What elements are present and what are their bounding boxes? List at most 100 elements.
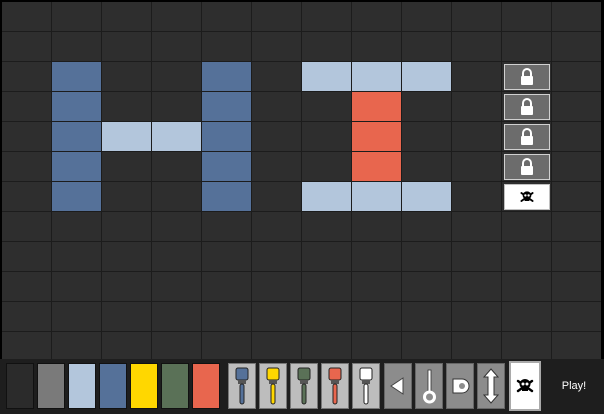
board-cell[interactable] <box>2 2 51 31</box>
board-cell[interactable] <box>52 32 101 61</box>
board-cell[interactable] <box>452 212 501 241</box>
board-cell[interactable] <box>402 212 451 241</box>
blue-tile[interactable] <box>202 122 251 151</box>
board-cell[interactable] <box>2 242 51 271</box>
board-cell[interactable] <box>402 32 451 61</box>
board-cell[interactable] <box>202 242 251 271</box>
board-cell[interactable] <box>152 332 201 361</box>
board-cell[interactable] <box>452 32 501 61</box>
board-cell[interactable] <box>202 302 251 331</box>
board-cell[interactable] <box>452 302 501 331</box>
board-cell[interactable] <box>502 272 551 301</box>
board-cell[interactable] <box>502 302 551 331</box>
board-cell[interactable] <box>202 32 251 61</box>
blue-tile[interactable] <box>52 62 101 91</box>
board-cell[interactable] <box>552 32 601 61</box>
board-cell[interactable] <box>552 62 601 91</box>
board-cell[interactable] <box>2 332 51 361</box>
board-cell[interactable] <box>252 122 301 151</box>
board-cell[interactable] <box>552 122 601 151</box>
board-cell[interactable] <box>152 62 201 91</box>
light-tile[interactable] <box>152 122 201 151</box>
board-cell[interactable] <box>452 2 501 31</box>
board-cell[interactable] <box>2 152 51 181</box>
board-cell[interactable] <box>352 212 401 241</box>
board-cell[interactable] <box>52 302 101 331</box>
board-cell[interactable] <box>252 32 301 61</box>
board-cell[interactable] <box>52 2 101 31</box>
board-cell[interactable] <box>502 32 551 61</box>
board-cell[interactable] <box>402 242 451 271</box>
board-cell[interactable] <box>352 32 401 61</box>
red-tile[interactable] <box>352 152 401 181</box>
board-cell[interactable] <box>2 272 51 301</box>
board-cell[interactable] <box>302 242 351 271</box>
board-cell[interactable] <box>302 2 351 31</box>
board-cell[interactable] <box>452 152 501 181</box>
board-cell[interactable] <box>552 92 601 121</box>
light-tile[interactable] <box>352 182 401 211</box>
board-cell[interactable] <box>152 32 201 61</box>
swatch-light-blue[interactable] <box>68 363 96 409</box>
board-cell[interactable] <box>402 2 451 31</box>
blue-tile[interactable] <box>202 92 251 121</box>
red-tile[interactable] <box>352 92 401 121</box>
board-cell[interactable] <box>452 122 501 151</box>
swatch-yellow[interactable] <box>130 363 158 409</box>
board-cell[interactable] <box>302 332 351 361</box>
board-cell[interactable] <box>252 152 301 181</box>
board-cell[interactable] <box>152 2 201 31</box>
board-cell[interactable] <box>552 152 601 181</box>
board-cell[interactable] <box>102 272 151 301</box>
board-cell[interactable] <box>52 242 101 271</box>
board-cell[interactable] <box>102 152 151 181</box>
red-tile[interactable] <box>352 122 401 151</box>
board-cell[interactable] <box>252 272 301 301</box>
board-cell[interactable] <box>252 242 301 271</box>
skull-tile[interactable] <box>502 182 551 211</box>
board-cell[interactable] <box>252 2 301 31</box>
board-cell[interactable] <box>402 272 451 301</box>
board-cell[interactable] <box>152 272 201 301</box>
board-cell[interactable] <box>52 272 101 301</box>
board-cell[interactable] <box>302 32 351 61</box>
light-tile[interactable] <box>302 62 351 91</box>
plug-tool[interactable] <box>446 363 474 409</box>
board-cell[interactable] <box>152 212 201 241</box>
board-cell[interactable] <box>402 332 451 361</box>
board-cell[interactable] <box>502 2 551 31</box>
board-cell[interactable] <box>452 92 501 121</box>
board-cell[interactable] <box>552 332 601 361</box>
blue-tile[interactable] <box>202 152 251 181</box>
blue-tile[interactable] <box>52 122 101 151</box>
board-cell[interactable] <box>352 242 401 271</box>
board-cell[interactable] <box>552 242 601 271</box>
board-cell[interactable] <box>302 302 351 331</box>
board-cell[interactable] <box>302 92 351 121</box>
swatch-blue[interactable] <box>99 363 127 409</box>
light-tile[interactable] <box>302 182 351 211</box>
board-cell[interactable] <box>152 152 201 181</box>
light-tile[interactable] <box>102 122 151 151</box>
board-cell[interactable] <box>552 182 601 211</box>
board-cell[interactable] <box>552 2 601 31</box>
board-cell[interactable] <box>352 272 401 301</box>
board-cell[interactable] <box>302 122 351 151</box>
board-cell[interactable] <box>302 272 351 301</box>
light-tile[interactable] <box>352 62 401 91</box>
board-cell[interactable] <box>402 302 451 331</box>
board-cell[interactable] <box>102 212 151 241</box>
board-cell[interactable] <box>552 302 601 331</box>
board-cell[interactable] <box>252 62 301 91</box>
board-cell[interactable] <box>52 332 101 361</box>
board-cell[interactable] <box>2 212 51 241</box>
board-cell[interactable] <box>452 242 501 271</box>
board-cell[interactable] <box>252 332 301 361</box>
board-cell[interactable] <box>102 32 151 61</box>
swatch-gray[interactable] <box>37 363 65 409</box>
board-cell[interactable] <box>202 272 251 301</box>
light-tile[interactable] <box>402 62 451 91</box>
board-cell[interactable] <box>202 212 251 241</box>
blue-tile[interactable] <box>202 62 251 91</box>
arrow-left-tool[interactable] <box>384 363 412 409</box>
